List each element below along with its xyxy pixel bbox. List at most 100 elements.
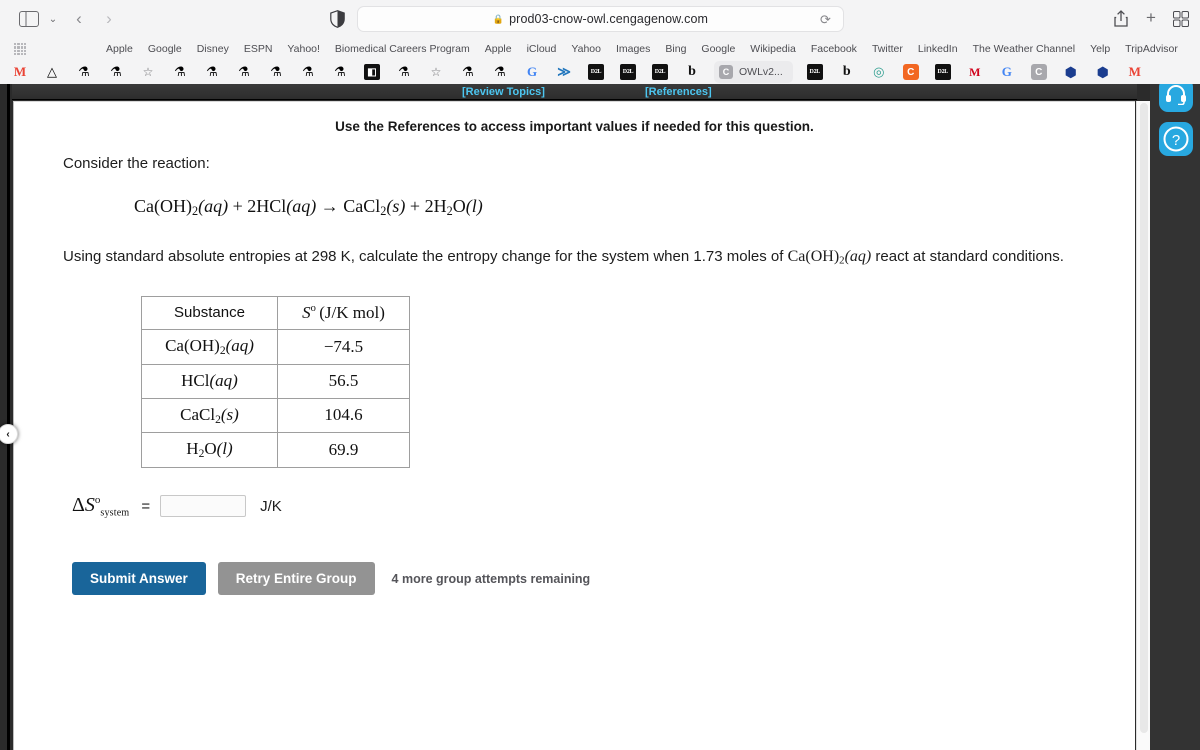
button-row: Submit Answer Retry Entire Group 4 more … [72, 562, 1135, 596]
bookmark-star-favicon[interactable]: ☆ [428, 64, 444, 80]
bookmark-espn[interactable]: ESPN [244, 43, 273, 55]
lab-favicon[interactable]: ⚗ [396, 64, 412, 80]
table-header-row: Substance So (J/K mol) [141, 295, 410, 331]
cengage-favicon[interactable]: C [902, 64, 919, 80]
new-tab-button[interactable]: + [1142, 8, 1160, 27]
page-viewport: ‹ [Review Topics] [References] Use the R… [0, 84, 1200, 750]
table-row: HCl(aq) 56.5 [141, 363, 410, 399]
lab-favicon[interactable]: ⚗ [236, 64, 252, 80]
bookmark-star-favicon[interactable]: ☆ [140, 64, 156, 80]
google-favicon[interactable]: G [524, 64, 540, 80]
bookmark-yahoo-excl[interactable]: Yahoo! [287, 43, 320, 55]
forward-button[interactable]: › [98, 8, 120, 30]
apps-grid-icon[interactable] [14, 43, 26, 55]
bookmark-google-2[interactable]: Google [701, 43, 735, 55]
d2l-favicon[interactable]: D2L [652, 64, 668, 80]
substance-cell: CaCl2(s) [141, 397, 278, 434]
tab-favicons-left: M △ ⚗ ⚗ ☆ ⚗ ⚗ ⚗ ⚗ ⚗ ⚗ ◧ ⚗ ☆ ⚗ ⚗ G ≫ D2L D2L D2L b [4, 64, 708, 80]
bookmark-icloud[interactable]: iCloud [527, 43, 557, 55]
entropy-value-cell: −74.5 [277, 329, 410, 365]
shield-star-favicon[interactable]: ⬢ [1063, 64, 1079, 80]
answer-row: ΔSosystem = J/K [72, 494, 1135, 519]
mcgraw-hill-favicon[interactable]: M [967, 64, 983, 80]
cengage-gray-favicon[interactable]: C [1030, 64, 1047, 80]
lab-favicon[interactable]: ⚗ [268, 64, 284, 80]
review-topics-link[interactable]: [Review Topics] [462, 86, 545, 98]
shield-star-favicon[interactable]: ⬢ [1095, 64, 1111, 80]
consider-the-reaction-label: Consider the reaction: [63, 155, 210, 172]
bookmark-tripadvisor[interactable]: TripAdvisor [1125, 43, 1178, 55]
submit-answer-button[interactable]: Submit Answer [72, 562, 206, 596]
d2l-favicon[interactable]: D2L [806, 64, 823, 80]
bookmark-bing[interactable]: Bing [665, 43, 686, 55]
lab-favicon[interactable]: ⚗ [172, 64, 188, 80]
bookmarks-bar: Apple Google Disney ESPN Yahoo! Biomedic… [0, 38, 1200, 60]
active-tab-title: OWLv2... [739, 66, 783, 78]
d2l-favicon[interactable]: D2L [934, 64, 951, 80]
column-header-standard-entropy: So (J/K mol) [277, 295, 410, 331]
bookmark-linkedin[interactable]: LinkedIn [918, 43, 958, 55]
bookmark-yahoo[interactable]: Yahoo [571, 43, 601, 55]
lab-favicon[interactable]: ⚗ [492, 64, 508, 80]
svg-text:?: ? [1172, 132, 1180, 149]
page-scrollbar[interactable] [1136, 101, 1150, 750]
page-scrollbar-thumb[interactable] [1140, 103, 1148, 733]
active-tab[interactable]: C OWLv2... [714, 61, 793, 83]
bookmark-images[interactable]: Images [616, 43, 650, 55]
gmail-favicon[interactable]: M [12, 64, 28, 80]
delta-s-system-label: ΔSosystem [72, 493, 130, 519]
chevron-down-icon[interactable]: ⌄ [46, 12, 60, 26]
google-drive-favicon[interactable]: △ [44, 64, 60, 80]
tab-overview-icon[interactable] [1172, 10, 1190, 28]
lab-favicon[interactable]: ⚗ [332, 64, 348, 80]
substance-cell: HCl(aq) [141, 363, 278, 399]
cengage-favicon: C [719, 65, 733, 79]
tab-strip: M △ ⚗ ⚗ ☆ ⚗ ⚗ ⚗ ⚗ ⚗ ⚗ ◧ ⚗ ☆ ⚗ ⚗ G ≫ D2L D2L D2L b C OWLv2... … [0, 60, 1200, 84]
question-content-area: Use the References to access important v… [13, 101, 1135, 750]
teal-circle-favicon[interactable]: ◎ [871, 64, 887, 80]
tab-favicons-right: D2L b ◎ C D2L M G C ⬢ ⬢ M [799, 64, 1151, 80]
bookmark-disney[interactable]: Disney [197, 43, 229, 55]
entropy-value-cell: 104.6 [277, 397, 410, 434]
table-row: Ca(OH)2(aq) −74.5 [141, 329, 410, 365]
d2l-favicon[interactable]: D2L [620, 64, 636, 80]
bookmark-biomedical-careers-program[interactable]: Biomedical Careers Program [335, 43, 470, 55]
reload-button[interactable]: ⟳ [818, 12, 833, 27]
bookmark-the-weather-channel[interactable]: The Weather Channel [973, 43, 1076, 55]
column-header-substance: Substance [141, 295, 278, 331]
back-button[interactable]: ‹ [68, 8, 90, 30]
lab-favicon[interactable]: ⚗ [204, 64, 220, 80]
squiggle-favicon[interactable]: ≫ [556, 64, 572, 80]
bookmark-apple[interactable]: Apple [106, 43, 133, 55]
blackboard-favicon[interactable]: b [684, 64, 700, 80]
references-link[interactable]: [References] [645, 86, 712, 98]
sidebar-toggle-icon[interactable] [18, 10, 40, 28]
answer-input[interactable] [160, 495, 247, 518]
blackboard-favicon[interactable]: b [839, 64, 855, 80]
retry-entire-group-button[interactable]: Retry Entire Group [217, 562, 375, 596]
d2l-favicon[interactable]: D2L [588, 64, 604, 80]
bookmark-apple-2[interactable]: Apple [485, 43, 512, 55]
lab-favicon[interactable]: ⚗ [76, 64, 92, 80]
substance-cell: H2O(l) [141, 432, 278, 468]
bookmark-facebook[interactable]: Facebook [811, 43, 857, 55]
address-bar[interactable]: 🔒 prod03-cnow-owl.cengagenow.com ⟳ [357, 6, 844, 32]
references-note: Use the References to access important v… [335, 119, 814, 134]
gmail-favicon[interactable]: M [1127, 64, 1143, 80]
bookmark-google[interactable]: Google [148, 43, 182, 55]
google-favicon[interactable]: G [999, 64, 1015, 80]
lab-favicon[interactable]: ⚗ [460, 64, 476, 80]
help-question-icon[interactable]: ? [1159, 122, 1193, 156]
headset-icon[interactable] [1159, 84, 1193, 112]
lab-favicon[interactable]: ⚗ [300, 64, 316, 80]
evernote-favicon[interactable]: ◧ [364, 64, 380, 80]
share-icon[interactable] [1112, 9, 1130, 27]
bookmark-twitter[interactable]: Twitter [872, 43, 903, 55]
bookmark-yelp[interactable]: Yelp [1090, 43, 1110, 55]
answer-units-label: J/K [260, 497, 282, 515]
entropy-value-cell: 56.5 [277, 363, 410, 399]
lab-favicon[interactable]: ⚗ [108, 64, 124, 80]
browser-toolbar: ⌄ ‹ › 🔒 prod03-cnow-owl.cengagenow.com ⟳… [0, 0, 1200, 38]
bookmark-wikipedia[interactable]: Wikipedia [750, 43, 796, 55]
privacy-shield-icon[interactable] [327, 9, 347, 29]
